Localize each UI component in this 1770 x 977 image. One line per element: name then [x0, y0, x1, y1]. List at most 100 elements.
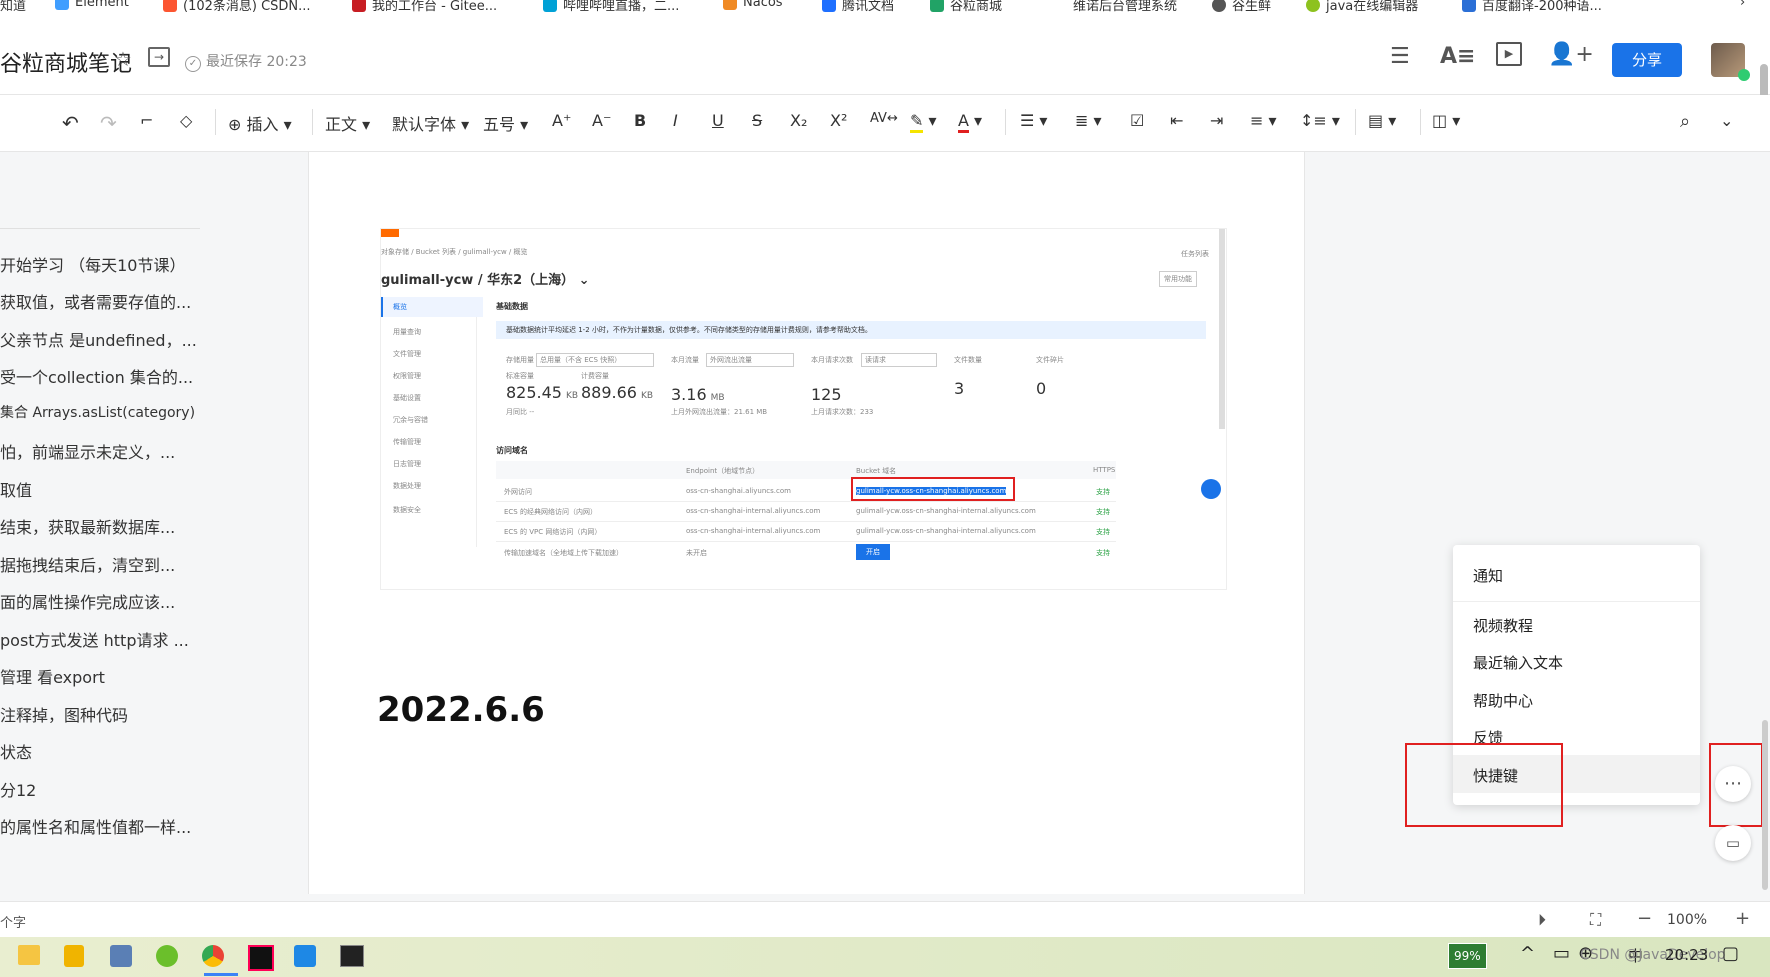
outline-item[interactable]: 据拖拽结束后，清空到...	[0, 552, 200, 576]
strikethrough-button[interactable]: S	[752, 111, 762, 130]
bookmark-item[interactable]: java在线编辑器	[1306, 0, 1418, 14]
stat-label: 文件数量	[954, 356, 982, 364]
outline-item[interactable]: 开始学习 （每天10节课）	[0, 252, 200, 276]
redo-icon[interactable]: ↷	[100, 111, 117, 135]
page-setup-icon[interactable]: ▤ ▾	[1368, 111, 1396, 130]
zoom-in-icon[interactable]: +	[1735, 908, 1750, 929]
present-icon[interactable]: ▶	[1496, 42, 1522, 66]
text-outline-icon[interactable]: A≡	[1440, 44, 1475, 69]
decrease-font-icon[interactable]: A⁻	[592, 111, 611, 130]
font-color-icon[interactable]: A ▾	[958, 111, 982, 133]
star-icon[interactable]: ☆	[114, 47, 132, 71]
outline-item[interactable]: 取值	[0, 477, 200, 501]
highlight-icon[interactable]: ✎ ▾	[910, 111, 937, 133]
outline-item[interactable]: 获取值，或者需要存值的...	[0, 289, 200, 313]
eraser-icon[interactable]: ◇	[180, 111, 192, 130]
indent-icon[interactable]: ⇥	[1210, 111, 1223, 130]
bookmark-item[interactable]: 知道	[0, 0, 26, 14]
menu-icon[interactable]: ☰	[1390, 44, 1410, 69]
zoom-level[interactable]: 100%	[1667, 912, 1707, 928]
bookmark-item[interactable]: 百度翻译-200种语...	[1462, 0, 1602, 14]
chevron-up-icon[interactable]: ^	[1520, 943, 1535, 964]
bookmark-item[interactable]: 谷生鲜	[1212, 0, 1271, 14]
bookmark-item[interactable]: (102条消息) CSDN...	[163, 0, 311, 14]
terminal-icon[interactable]	[340, 945, 364, 967]
bullet-list-icon[interactable]: ☰ ▾	[1020, 111, 1047, 130]
line-spacing-icon[interactable]: ↕≡ ▾	[1300, 111, 1340, 130]
add-collaborator-icon[interactable]: 👤+	[1548, 42, 1594, 67]
workspace-scrollbar[interactable]	[1762, 720, 1768, 890]
menu-item-video[interactable]: 视频教程	[1473, 615, 1533, 636]
paragraph-style-select[interactable]: 正文 ▾	[325, 111, 370, 135]
undo-icon[interactable]: ↶	[62, 111, 79, 135]
font-family-select[interactable]: 默认字体 ▾	[392, 111, 469, 135]
format-options-icon[interactable]: ◫ ▾	[1432, 111, 1460, 130]
bookmark-item[interactable]: 维诺后台管理系统	[1073, 0, 1177, 14]
outline-item[interactable]: 注释掉，图种代码	[0, 702, 200, 726]
intellij-icon[interactable]	[248, 945, 274, 971]
notification-icon[interactable]: ▢	[1722, 943, 1739, 964]
outline-item[interactable]: 面的属性操作完成应该...	[0, 589, 200, 613]
outline-item[interactable]: post方式发送 http请求 ...	[0, 627, 200, 651]
font-size-select[interactable]: 五号 ▾	[483, 111, 528, 135]
char-spacing-icon[interactable]: AV↔	[870, 111, 898, 126]
numbered-list-icon[interactable]: ≣ ▾	[1075, 111, 1102, 130]
collapse-toolbar-icon[interactable]: ⌄	[1720, 111, 1733, 130]
document-title[interactable]: 谷粒商城笔记	[0, 46, 132, 78]
menu-item-notify[interactable]: 通知	[1473, 565, 1503, 586]
fullscreen-icon[interactable]: ⛶	[1590, 910, 1601, 930]
bookmarks-more-button[interactable]: ›	[1740, 0, 1745, 10]
tablet-icon[interactable]: ▭	[1715, 825, 1751, 861]
insert-button[interactable]: ⊕ 插入 ▾	[228, 111, 292, 135]
bookmark-item[interactable]: 我的工作台 - Gitee...	[352, 0, 497, 14]
lock-app-icon[interactable]	[64, 945, 84, 967]
outline-item[interactable]: 结束，获取最新数据库...	[0, 514, 200, 538]
move-to-folder-icon[interactable]: →	[148, 47, 170, 67]
zoom-out-icon[interactable]: −	[1637, 908, 1652, 929]
embedded-screenshot[interactable]: 对象存储 / Bucket 列表 / gulimall-ycw / 概览 任务列…	[380, 228, 1227, 590]
outline-item[interactable]: 管理 看export	[0, 664, 200, 688]
checklist-icon[interactable]: ☑	[1130, 111, 1144, 130]
bookmark-item[interactable]: Element	[55, 0, 129, 10]
battery-indicator[interactable]: 99%	[1448, 943, 1487, 969]
vscode-icon[interactable]	[294, 945, 316, 967]
outline-item[interactable]: 分12	[0, 777, 200, 801]
outline-item[interactable]: 的属性名和属性值都一样...	[0, 814, 200, 838]
outline-item[interactable]: 集合 Arrays.asList(category)	[0, 402, 200, 422]
search-icon[interactable]: ⌕	[1680, 111, 1690, 132]
bookmark-item[interactable]: Nacos	[723, 0, 783, 10]
ie-browser-icon[interactable]	[156, 945, 178, 967]
align-icon[interactable]: ≡ ▾	[1250, 111, 1277, 130]
console-nav-item: 传输管理	[393, 438, 421, 446]
more-options-icon[interactable]: ⋯	[1715, 766, 1751, 802]
console-nav-item: 日志管理	[393, 460, 421, 468]
chrome-icon[interactable]	[202, 945, 224, 967]
increase-font-icon[interactable]: A⁺	[552, 111, 571, 130]
network-icon[interactable]: ▭	[1553, 943, 1570, 964]
format-painter-icon[interactable]: ⌐	[140, 111, 153, 130]
heading[interactable]: 2022.6.6	[377, 690, 545, 730]
menu-item-help[interactable]: 帮助中心	[1473, 690, 1533, 711]
underline-button[interactable]: U	[712, 111, 724, 130]
table-cell: 外网访问	[504, 488, 532, 496]
subscript-button[interactable]: X₂	[790, 111, 807, 130]
menu-item-recent-text[interactable]: 最近输入文本	[1473, 652, 1563, 673]
outdent-icon[interactable]: ⇤	[1170, 111, 1183, 130]
superscript-button[interactable]: X²	[830, 111, 847, 130]
bookmark-item[interactable]: 哔哩哔哩直播，二...	[543, 0, 679, 14]
italic-button[interactable]: I	[673, 111, 678, 130]
menu-divider	[1453, 601, 1700, 602]
bold-button[interactable]: B	[634, 111, 646, 130]
outline-item[interactable]: 受一个collection 集合的...	[0, 364, 200, 388]
outline-item[interactable]: 怕，前端显示未定义，...	[0, 439, 200, 463]
clock[interactable]: 20:23	[1665, 946, 1708, 964]
outline-item[interactable]: 父亲节点 是undefined，...	[0, 327, 200, 351]
outline-item[interactable]: 状态	[0, 739, 200, 763]
word-count: 个字	[0, 916, 27, 931]
share-button[interactable]: 分享	[1612, 43, 1682, 77]
bookmark-item[interactable]: 腾讯文档	[822, 0, 894, 14]
file-explorer-icon[interactable]	[18, 945, 40, 965]
network-app-icon[interactable]	[110, 945, 132, 967]
play-icon[interactable]: ⏵	[1538, 910, 1546, 930]
bookmark-item[interactable]: 谷粒商城	[930, 0, 1002, 14]
